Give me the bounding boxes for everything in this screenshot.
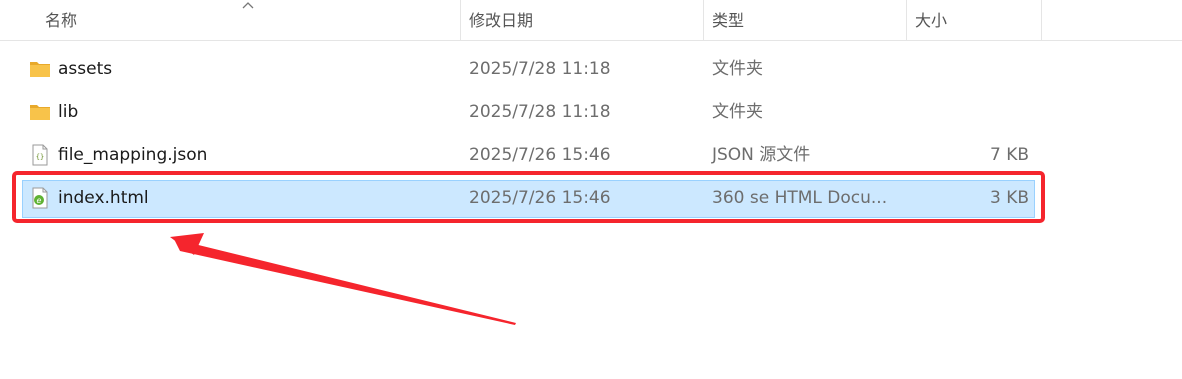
column-header-bar: 名称 修改日期 类型 大小 — [0, 0, 1182, 41]
folder-icon — [30, 62, 50, 77]
json-file-icon: {} — [32, 144, 48, 166]
file-type: 文件夹 — [712, 59, 763, 79]
file-type: JSON 源文件 — [712, 145, 811, 165]
column-divider[interactable] — [460, 0, 461, 40]
file-date: 2025/7/28 11:18 — [469, 102, 611, 122]
svg-text:{}: {} — [36, 153, 44, 161]
file-row-lib[interactable]: lib 2025/7/28 11:18 文件夹 — [0, 92, 1182, 132]
annotation-arrow-icon — [170, 233, 516, 325]
file-type: 文件夹 — [712, 102, 763, 122]
folder-icon — [30, 105, 50, 120]
file-name: assets — [58, 59, 113, 79]
file-row-file-mapping-json[interactable]: {} file_mapping.json 2025/7/26 15:46 JSO… — [0, 135, 1182, 175]
file-name: file_mapping.json — [58, 145, 208, 165]
column-header-type[interactable]: 类型 — [712, 0, 744, 40]
file-size: 7 KB — [989, 145, 1029, 165]
column-header-size[interactable]: 大小 — [915, 0, 947, 40]
column-header-date[interactable]: 修改日期 — [469, 0, 533, 40]
column-divider[interactable] — [703, 0, 704, 40]
annotation-highlight-box — [12, 171, 1045, 223]
file-name: lib — [58, 102, 79, 122]
file-row-assets[interactable]: assets 2025/7/28 11:18 文件夹 — [0, 49, 1182, 89]
file-date: 2025/7/28 11:18 — [469, 59, 611, 79]
sort-ascending-icon — [242, 2, 254, 9]
column-divider[interactable] — [906, 0, 907, 40]
column-header-name[interactable]: 名称 — [45, 0, 77, 40]
column-divider[interactable] — [1041, 0, 1042, 40]
file-date: 2025/7/26 15:46 — [469, 145, 611, 165]
